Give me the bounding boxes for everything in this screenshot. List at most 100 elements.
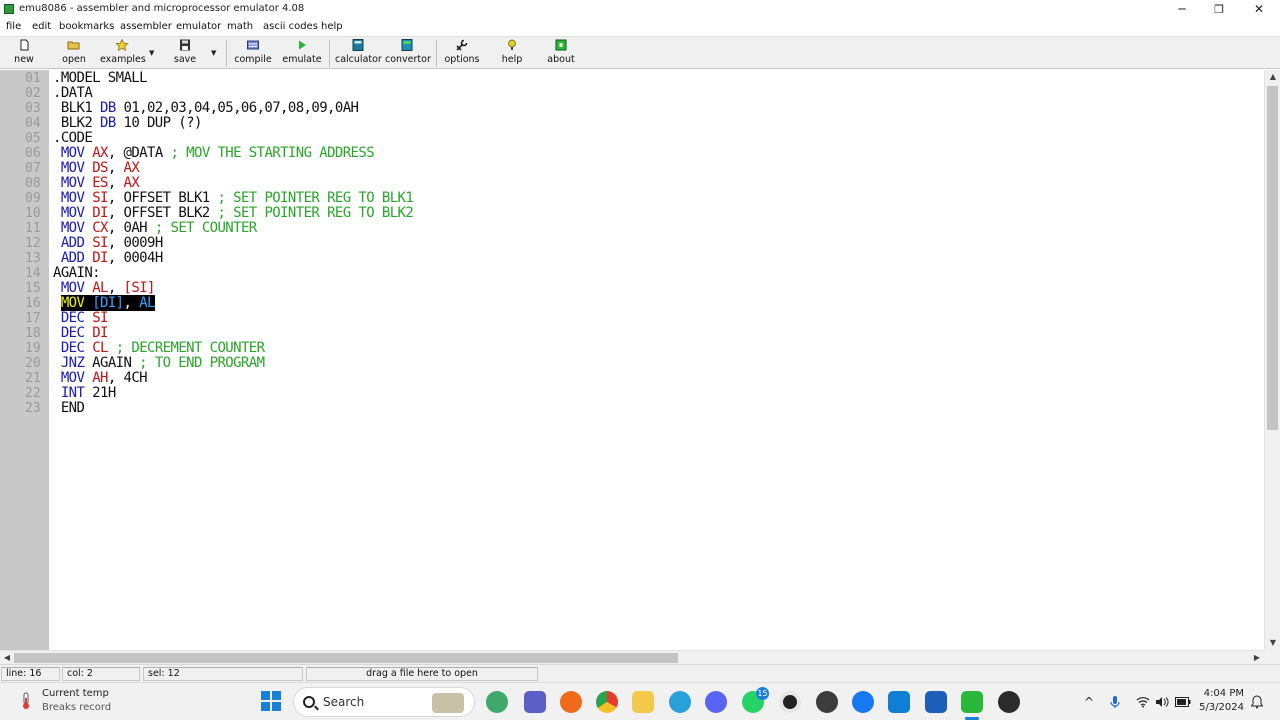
line-number: 12 — [25, 236, 41, 251]
examples-dropdown-icon[interactable]: ▼ — [149, 49, 154, 57]
code-token — [84, 295, 93, 311]
code-token: AH — [92, 370, 108, 386]
menu-emulator[interactable]: emulator — [176, 21, 221, 32]
emu8086-window: emu8086 - assembler and microprocessor e… — [0, 0, 1280, 682]
clock-time[interactable]: 4:04 PM — [1200, 688, 1244, 699]
notification-bell-icon[interactable] — [1251, 695, 1263, 709]
code-editor[interactable]: 01 .MODEL SMALL 02 .DATA 03 BLK1 DB 01,02,03… — [0, 70, 1264, 650]
toolbar: new open examples ▼ save ▼ compile emula… — [0, 36, 1280, 69]
examples-label: examples — [100, 54, 146, 65]
weather-title[interactable]: Current temp — [42, 688, 109, 699]
code-token: ; SET POINTER REG TO BLK1 — [217, 190, 414, 206]
toolbar-separator — [436, 40, 437, 67]
minimize-button[interactable]: ─ — [1162, 0, 1202, 19]
battery-icon[interactable] — [1175, 697, 1191, 707]
weather-subtitle[interactable]: Breaks record — [42, 702, 111, 713]
menu-math[interactable]: math — [227, 21, 253, 32]
code-text: BLK1 DB 01,02,03,04,05,06,07,08,09,0AH — [53, 101, 359, 116]
horizontal-scrollbar[interactable]: ◀ ▶ — [0, 650, 1264, 664]
menu-file[interactable]: file — [6, 21, 21, 32]
line-number: 22 — [25, 386, 41, 401]
facebook-icon[interactable] — [852, 691, 874, 713]
menu-edit[interactable]: edit — [32, 21, 51, 32]
status-sel: sel: 12 — [143, 667, 303, 681]
options-label: options — [444, 54, 480, 65]
wifi-icon[interactable] — [1136, 696, 1150, 708]
code-token: MOV — [60, 160, 85, 176]
convertor-button[interactable]: convertor — [385, 39, 431, 69]
menu-bookmarks[interactable]: bookmarks — [59, 21, 114, 32]
code-token: ; TO END PROGRAM — [139, 355, 265, 371]
about-button[interactable]: about — [545, 39, 577, 69]
word-icon[interactable] — [925, 691, 947, 713]
chatgpt-icon[interactable] — [816, 691, 838, 713]
chrome-icon[interactable] — [596, 691, 618, 713]
maximize-button[interactable]: ❐ — [1199, 0, 1239, 19]
help-button[interactable]: help — [497, 39, 527, 69]
vertical-scrollbar[interactable]: ▲ ▼ — [1264, 70, 1280, 650]
new-button[interactable]: new — [8, 39, 40, 69]
open-button[interactable]: open — [58, 39, 90, 69]
menu-help[interactable]: help — [321, 21, 343, 32]
code-token: , 4CH — [107, 370, 148, 386]
scroll-right-arrow-icon[interactable]: ▶ — [1250, 651, 1264, 665]
scroll-down-arrow-icon[interactable]: ▼ — [1265, 636, 1280, 650]
vscode-icon[interactable] — [888, 691, 910, 713]
scroll-up-arrow-icon[interactable]: ▲ — [1265, 70, 1280, 84]
windows-start-icon[interactable] — [261, 691, 281, 711]
discord-icon[interactable] — [705, 691, 727, 713]
volume-icon[interactable] — [1155, 696, 1169, 708]
menu-ascii-codes[interactable]: ascii codes — [263, 21, 318, 32]
emulate-label: emulate — [282, 54, 322, 65]
scroll-left-arrow-icon[interactable]: ◀ — [0, 651, 14, 665]
copilot-icon[interactable] — [486, 691, 508, 713]
code-token: MOV — [60, 295, 85, 311]
tray-chevron-icon[interactable]: ^ — [1084, 695, 1094, 709]
horizontal-scroll-thumb[interactable] — [14, 653, 678, 663]
taskbar-search[interactable]: Search — [293, 687, 475, 717]
line-number: 01 — [25, 71, 41, 86]
menu-assembler[interactable]: assembler — [120, 21, 172, 32]
save-button[interactable]: save — [170, 39, 200, 69]
calculator-button[interactable]: calculator — [335, 39, 382, 69]
code-token: AGAIN: — [53, 265, 101, 281]
code-token: [SI] — [123, 280, 156, 296]
file-explorer-icon[interactable] — [632, 691, 654, 713]
code-text: MOV DS, AX — [53, 160, 140, 176]
code-token: DI — [92, 205, 108, 221]
compile-button[interactable]: compile — [233, 39, 273, 69]
examples-button[interactable]: examples — [100, 39, 146, 69]
calculator-label: calculator — [335, 54, 382, 65]
options-button[interactable]: options — [444, 39, 480, 69]
code-token: DI — [92, 250, 108, 266]
close-button[interactable]: ✕ — [1239, 0, 1279, 19]
code-token: , — [107, 160, 124, 176]
status-line: line: 16 — [1, 667, 60, 681]
line-number: 10 — [25, 206, 41, 221]
telegram-icon[interactable] — [669, 691, 691, 713]
thermometer-icon[interactable] — [19, 692, 33, 710]
whatsapp-icon[interactable]: 15 — [742, 687, 769, 713]
record-icon[interactable] — [779, 691, 801, 713]
code-token: , — [107, 175, 124, 191]
obs-icon[interactable] — [998, 691, 1020, 713]
line-number: 05 — [25, 131, 41, 146]
teams-icon[interactable] — [524, 691, 546, 713]
code-token: AL — [92, 280, 108, 296]
emu8086-taskbar-icon[interactable] — [961, 691, 983, 713]
toolbar-separator — [329, 40, 330, 67]
code-token: , 0AH — [107, 220, 155, 236]
microphone-icon[interactable] — [1110, 695, 1120, 709]
clock-date[interactable]: 5/3/2024 — [1192, 702, 1244, 713]
vertical-scroll-thumb[interactable] — [1267, 86, 1278, 430]
code-token: ; SET POINTER REG TO BLK2 — [217, 205, 414, 221]
firefox-icon[interactable] — [560, 691, 582, 713]
save-dropdown-icon[interactable]: ▼ — [211, 49, 216, 57]
emulate-button[interactable]: emulate — [282, 39, 322, 69]
